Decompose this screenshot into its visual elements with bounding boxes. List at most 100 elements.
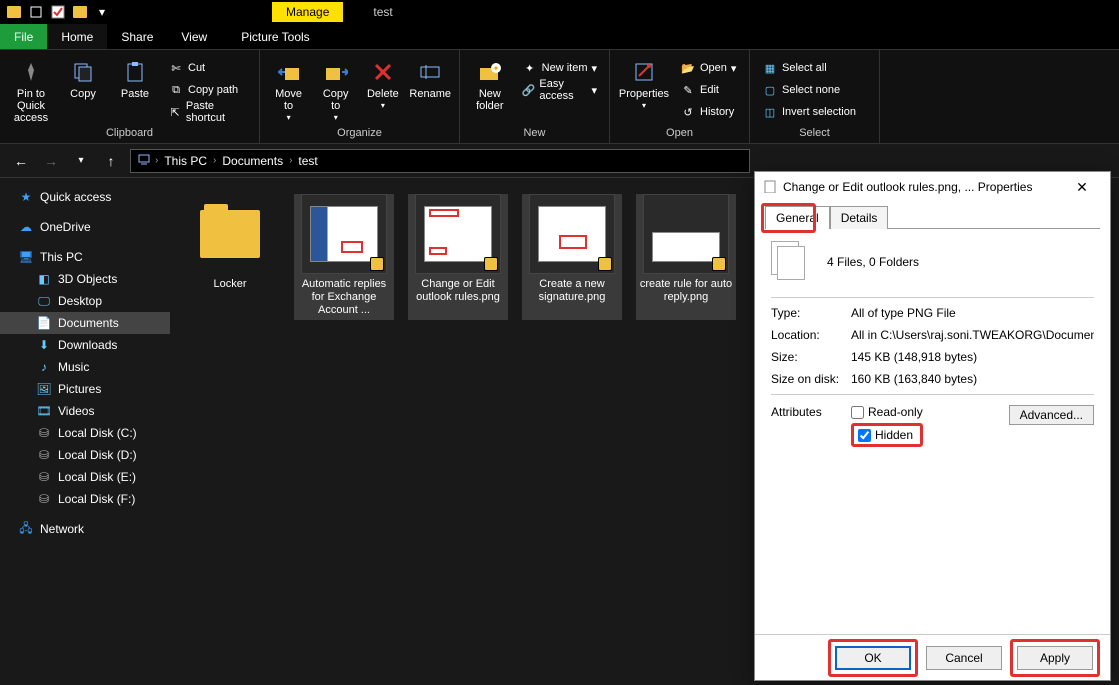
sidebar-disk-e[interactable]: ⛁Local Disk (E:) (0, 466, 170, 488)
lock-icon (598, 257, 612, 271)
label-size-on-disk: Size on disk: (771, 372, 851, 386)
move-to-icon (275, 58, 303, 86)
copy-path-button[interactable]: ⧉Copy path (164, 80, 251, 100)
sidebar-downloads[interactable]: ⬇Downloads (0, 334, 170, 356)
drive-icon: ⛁ (36, 469, 52, 485)
file-item-create-rule[interactable]: create rule for auto reply.png (636, 194, 736, 320)
open-button[interactable]: 📂Open ▾ (676, 58, 740, 78)
sidebar-3d-objects[interactable]: ◧3D Objects (0, 268, 170, 290)
label-type: Type: (771, 306, 851, 320)
tab-share[interactable]: Share (107, 24, 167, 49)
paste-shortcut-icon: ⇱ (168, 104, 182, 120)
window-titlebar: ▾ Manage test (0, 0, 1119, 24)
drive-icon: ⛁ (36, 425, 52, 441)
qat-folder-icon[interactable] (70, 2, 90, 22)
select-none-button[interactable]: ▢Select none (758, 80, 860, 100)
star-icon: ★ (18, 189, 34, 205)
sidebar-onedrive[interactable]: ☁OneDrive (0, 216, 170, 238)
window-title: test (373, 5, 392, 19)
dialog-titlebar[interactable]: Change or Edit outlook rules.png, ... Pr… (755, 172, 1110, 202)
qat-overflow-icon[interactable]: ▾ (92, 2, 112, 22)
video-icon: 🎞 (36, 403, 52, 419)
copy-button[interactable]: Copy (60, 54, 106, 100)
chevron-right-icon[interactable]: › (289, 155, 292, 166)
chevron-right-icon[interactable]: › (213, 155, 216, 166)
properties-button[interactable]: Properties▾ (618, 54, 670, 111)
open-icon: 📂 (680, 60, 696, 76)
file-item-change-rules[interactable]: Change or Edit outlook rules.png (408, 194, 508, 320)
checkbox-readonly[interactable]: Read-only (851, 405, 923, 419)
rename-button[interactable]: Rename (409, 54, 451, 100)
sidebar-desktop[interactable]: 🖵Desktop (0, 290, 170, 312)
paste-shortcut-button[interactable]: ⇱Paste shortcut (164, 102, 251, 122)
advanced-button[interactable]: Advanced... (1009, 405, 1094, 425)
sidebar-quick-access[interactable]: ★Quick access (0, 186, 170, 208)
cloud-icon: ☁ (18, 219, 34, 235)
copy-to-button[interactable]: Copy to▾ (315, 54, 356, 123)
ribbon: Pin to Quick access Copy Paste ✄Cut ⧉Cop… (0, 50, 1119, 144)
tab-file[interactable]: File (0, 24, 47, 49)
sidebar-disk-f[interactable]: ⛁Local Disk (F:) (0, 488, 170, 510)
music-icon: ♪ (36, 359, 52, 375)
sidebar-disk-c[interactable]: ⛁Local Disk (C:) (0, 422, 170, 444)
tab-home[interactable]: Home (47, 24, 107, 49)
pin-icon (17, 58, 45, 86)
breadcrumb-pc-icon (137, 152, 151, 169)
crumb-test[interactable]: test (296, 154, 319, 168)
nav-back-button[interactable]: ← (10, 150, 32, 172)
edit-icon: ✎ (680, 82, 696, 98)
delete-button[interactable]: Delete▾ (362, 54, 403, 111)
sidebar-network[interactable]: 🖧Network (0, 518, 170, 540)
breadcrumb[interactable]: › This PC › Documents › test (130, 149, 750, 173)
dialog-tab-details[interactable]: Details (830, 206, 889, 229)
file-item-locker[interactable]: Locker (180, 194, 280, 320)
paste-button[interactable]: Paste (112, 54, 158, 100)
sidebar-pictures[interactable]: 🖼Pictures (0, 378, 170, 400)
chevron-right-icon[interactable]: › (155, 155, 158, 166)
sidebar-videos[interactable]: 🎞Videos (0, 400, 170, 422)
network-icon: 🖧 (18, 521, 34, 537)
group-label-select: Select (758, 125, 871, 141)
file-item-create-signature[interactable]: Create a new signature.png (522, 194, 622, 320)
qat-check-icon[interactable] (48, 2, 68, 22)
easy-access-button[interactable]: 🔗Easy access ▾ (518, 80, 601, 100)
invert-selection-button[interactable]: ◫Invert selection (758, 102, 860, 122)
history-button[interactable]: ↺History (676, 102, 740, 122)
move-to-button[interactable]: Move to▾ (268, 54, 309, 123)
desktop-icon: 🖵 (36, 293, 52, 309)
crumb-documents[interactable]: Documents (220, 154, 285, 168)
apply-button[interactable]: Apply (1017, 646, 1093, 670)
nav-forward-button[interactable]: → (40, 150, 62, 172)
dialog-icon (763, 179, 777, 196)
ok-button[interactable]: OK (835, 646, 911, 670)
drive-icon: ⛁ (36, 447, 52, 463)
sidebar-music[interactable]: ♪Music (0, 356, 170, 378)
document-icon: 📄 (36, 315, 52, 331)
new-item-icon: ✦ (522, 60, 538, 76)
value-type: All of type PNG File (851, 306, 1094, 320)
sidebar-documents[interactable]: 📄Documents (0, 312, 170, 334)
new-folder-button[interactable]: ✦ New folder (468, 54, 512, 112)
cancel-button[interactable]: Cancel (926, 646, 1002, 670)
nav-recent-button[interactable]: ▾ (70, 150, 92, 172)
pin-to-quick-access-button[interactable]: Pin to Quick access (8, 54, 54, 124)
qat-save-icon[interactable] (26, 2, 46, 22)
cut-button[interactable]: ✄Cut (164, 58, 251, 78)
crumb-this-pc[interactable]: This PC (162, 154, 209, 168)
tab-picture-tools[interactable]: Picture Tools (227, 24, 323, 49)
nav-up-button[interactable]: ↑ (100, 150, 122, 172)
file-item-automatic-replies[interactable]: Automatic replies for Exchange Account .… (294, 194, 394, 320)
checkbox-hidden[interactable]: Hidden (858, 428, 913, 442)
ribbon-tabs: File Home Share View Picture Tools (0, 24, 1119, 50)
contextual-tab-manage[interactable]: Manage (272, 2, 343, 22)
sidebar-disk-d[interactable]: ⛁Local Disk (D:) (0, 444, 170, 466)
edit-button[interactable]: ✎Edit (676, 80, 740, 100)
group-label-clipboard: Clipboard (8, 125, 251, 141)
tab-view[interactable]: View (167, 24, 221, 49)
select-all-button[interactable]: ▦Select all (758, 58, 860, 78)
close-button[interactable]: ✕ (1062, 179, 1102, 196)
sidebar-this-pc[interactable]: 🖥This PC (0, 246, 170, 268)
app-folder-icon (4, 2, 24, 22)
new-item-button[interactable]: ✦New item ▾ (518, 58, 601, 78)
dialog-tab-general[interactable]: General (765, 206, 830, 229)
